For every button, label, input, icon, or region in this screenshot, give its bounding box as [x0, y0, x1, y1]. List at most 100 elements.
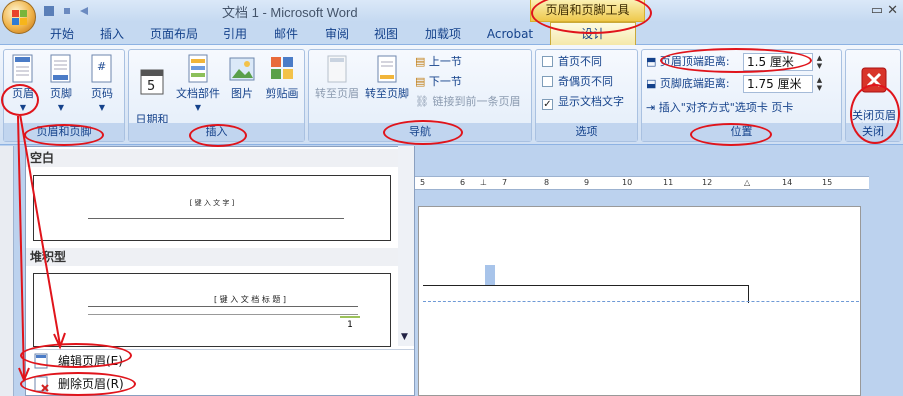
group-position: ⬒ 页眉顶端距离: 1.5 厘米 ▲ ▼ ⬓ 页脚底端距离: 1.75 厘米 ▲ ▼ ⇥…: [641, 49, 842, 142]
close-window-icon[interactable]: ▭ ✕: [862, 3, 898, 19]
spin-arrows-icon[interactable]: ▲ ▼: [813, 76, 826, 92]
spin-arrows-icon[interactable]: ▲ ▼: [813, 54, 826, 70]
group-label: 页眉和页脚: [4, 123, 124, 141]
quick-parts-button[interactable]: 文档部件 ▼: [173, 54, 223, 114]
ruler-tick: 15: [822, 178, 833, 187]
gallery-scrollbar[interactable]: ▼: [398, 146, 414, 346]
gallery-item-stacked[interactable]: [ 键 入 文 档 标 题 ] 1: [33, 273, 391, 347]
footer-distance-icon: ⬓: [646, 77, 657, 90]
header-distance-value: 1.5 厘米: [747, 55, 794, 69]
prev-section-button[interactable]: ▤ 上一节: [415, 54, 462, 70]
tab-mailings[interactable]: 邮件: [271, 25, 301, 45]
checkmark-icon: ✓: [542, 99, 553, 110]
page-number-button[interactable]: # 页码 ▼: [86, 54, 118, 114]
next-section-icon: ▤: [415, 75, 426, 88]
group-header-footer: 页眉 ▼ 页脚 ▼ # 页码 ▼ 页眉和页脚: [3, 49, 125, 142]
context-tab-label: 页眉和页脚工具: [545, 3, 630, 17]
prev-section-label: 上一节: [428, 55, 462, 68]
header-gallery-dropdown: 空白 [ 键 入 文 字 ] 堆积型 [ 键 入 文 档 标 题 ] 1 编辑页…: [25, 146, 415, 396]
delete-header-label: 删除页眉(R): [58, 377, 124, 391]
quick-access-toolbar[interactable]: [40, 3, 110, 19]
ruler-tick: 10: [622, 178, 633, 187]
ruler-tick: 8: [544, 178, 550, 187]
goto-header-label: 转至页眉: [315, 87, 359, 100]
clipart-button[interactable]: 剪贴画: [263, 54, 301, 100]
tab-review[interactable]: 审阅: [322, 25, 352, 45]
ruler-tick: 5: [420, 178, 426, 187]
tab-design[interactable]: 设计: [550, 22, 636, 46]
goto-header-button[interactable]: 转至页眉: [313, 54, 361, 100]
horizontal-ruler[interactable]: 5 6 ⊥ 7 8 9 10 11 12 △ 14 15: [414, 176, 869, 190]
scroll-down-icon[interactable]: ▼: [401, 332, 408, 342]
tab-acrobat[interactable]: Acrobat: [484, 25, 536, 45]
footer-button[interactable]: 页脚 ▼: [46, 54, 76, 114]
window-title: 文档 1 - Microsoft Word: [222, 5, 358, 20]
thumb-line: [88, 314, 358, 315]
group-label: 插入: [129, 123, 304, 141]
ruler-tick: 14: [782, 178, 793, 187]
edit-header-menu-item[interactable]: 编辑页眉(E): [26, 349, 414, 371]
different-first-page-checkbox[interactable]: 首页不同: [542, 54, 602, 70]
show-text-label: 显示文档文字: [558, 95, 624, 108]
footer-icon: [50, 54, 71, 83]
thumb-line: [88, 306, 358, 307]
office-button[interactable]: [2, 0, 36, 34]
goto-footer-button[interactable]: 转至页脚: [363, 54, 411, 100]
office-logo-icon: [12, 10, 27, 25]
next-section-button[interactable]: ▤ 下一节: [415, 74, 462, 90]
alignment-tab-label: 插入"对齐方式"选项卡 页卡: [658, 101, 794, 114]
header-distance-icon: ⬒: [646, 55, 657, 68]
ruler-tick: 6: [460, 178, 466, 187]
tab-view[interactable]: 视图: [371, 25, 401, 45]
tab-references[interactable]: 引用: [220, 25, 250, 45]
header-line: [423, 285, 749, 286]
cursor-highlight: [485, 265, 495, 285]
group-label: 导航: [309, 123, 531, 141]
link-previous-label: 链接到前一条页眉: [432, 95, 521, 108]
header-button[interactable]: 页眉 ▼: [8, 54, 38, 114]
header-icon: [12, 54, 33, 83]
calendar-icon: 5: [140, 69, 164, 95]
insert-alignment-tab-button[interactable]: ⇥ 插入"对齐方式"选项卡 页卡: [646, 100, 793, 116]
close-icon: [861, 67, 887, 93]
footer-distance-input[interactable]: 1.75 厘米 ▲ ▼: [743, 75, 822, 93]
chevron-down-icon: ▼: [98, 103, 106, 112]
group-insert: 5 日期和 时间 文档部件▼ 图片 剪贴画 插入: [128, 49, 305, 142]
svg-text:5: 5: [147, 79, 155, 94]
previous-section-icon: ▤: [415, 55, 426, 68]
tab-page-layout[interactable]: 页面布局: [148, 25, 200, 45]
gallery-item-blank[interactable]: [ 键 入 文 字 ]: [33, 175, 391, 241]
chevron-down-icon: ▼: [194, 103, 202, 112]
different-odd-even-checkbox[interactable]: 奇偶页不同: [542, 74, 613, 90]
ribbon-tabs: 开始 插入 页面布局 引用 邮件 审阅 视图 加载项 Acrobat: [0, 22, 903, 45]
delete-header-menu-item[interactable]: 删除页眉(R): [26, 373, 414, 395]
quick-access-icons[interactable]: [40, 3, 110, 19]
link-previous-button[interactable]: ⛓ 链接到前一条页眉: [415, 94, 520, 110]
show-document-text-checkbox[interactable]: ✓ 显示文档文字: [542, 94, 624, 110]
next-section-label: 下一节: [428, 75, 462, 88]
tab-insert[interactable]: 插入: [97, 25, 127, 45]
checkbox-icon: [542, 76, 553, 87]
left-toolbar-strip: [0, 146, 14, 396]
picture-button[interactable]: 图片: [227, 54, 257, 100]
tab-home[interactable]: 开始: [47, 25, 77, 45]
stacked-thumb-number: 1: [340, 316, 360, 332]
tab-addins[interactable]: 加载项: [422, 25, 464, 45]
header-distance-input[interactable]: 1.5 厘米 ▲ ▼: [743, 53, 822, 71]
footer-distance-label-wrap: ⬓ 页脚底端距离:: [646, 76, 730, 92]
group-close: 关闭页眉 和页脚 关闭: [845, 49, 901, 142]
footer-distance-label: 页脚底端距离:: [659, 77, 730, 90]
chevron-down-icon: ▼: [19, 103, 27, 112]
clipart-label: 剪贴画: [265, 87, 299, 100]
page-number-label: 页码: [91, 87, 113, 100]
picture-icon: [229, 57, 255, 81]
gallery-section-blank: 空白: [26, 149, 406, 167]
header-distance-label-wrap: ⬒ 页眉顶端距离:: [646, 54, 730, 70]
header-distance-label: 页眉顶端距离:: [659, 55, 730, 68]
edit-header-label: 编辑页眉(E): [58, 354, 123, 368]
document-page[interactable]: [418, 206, 861, 396]
goto-header-icon: [327, 55, 347, 83]
goto-footer-icon: [377, 55, 397, 83]
alignment-tab-icon: ⇥: [646, 101, 656, 114]
title-bar: [0, 0, 903, 22]
